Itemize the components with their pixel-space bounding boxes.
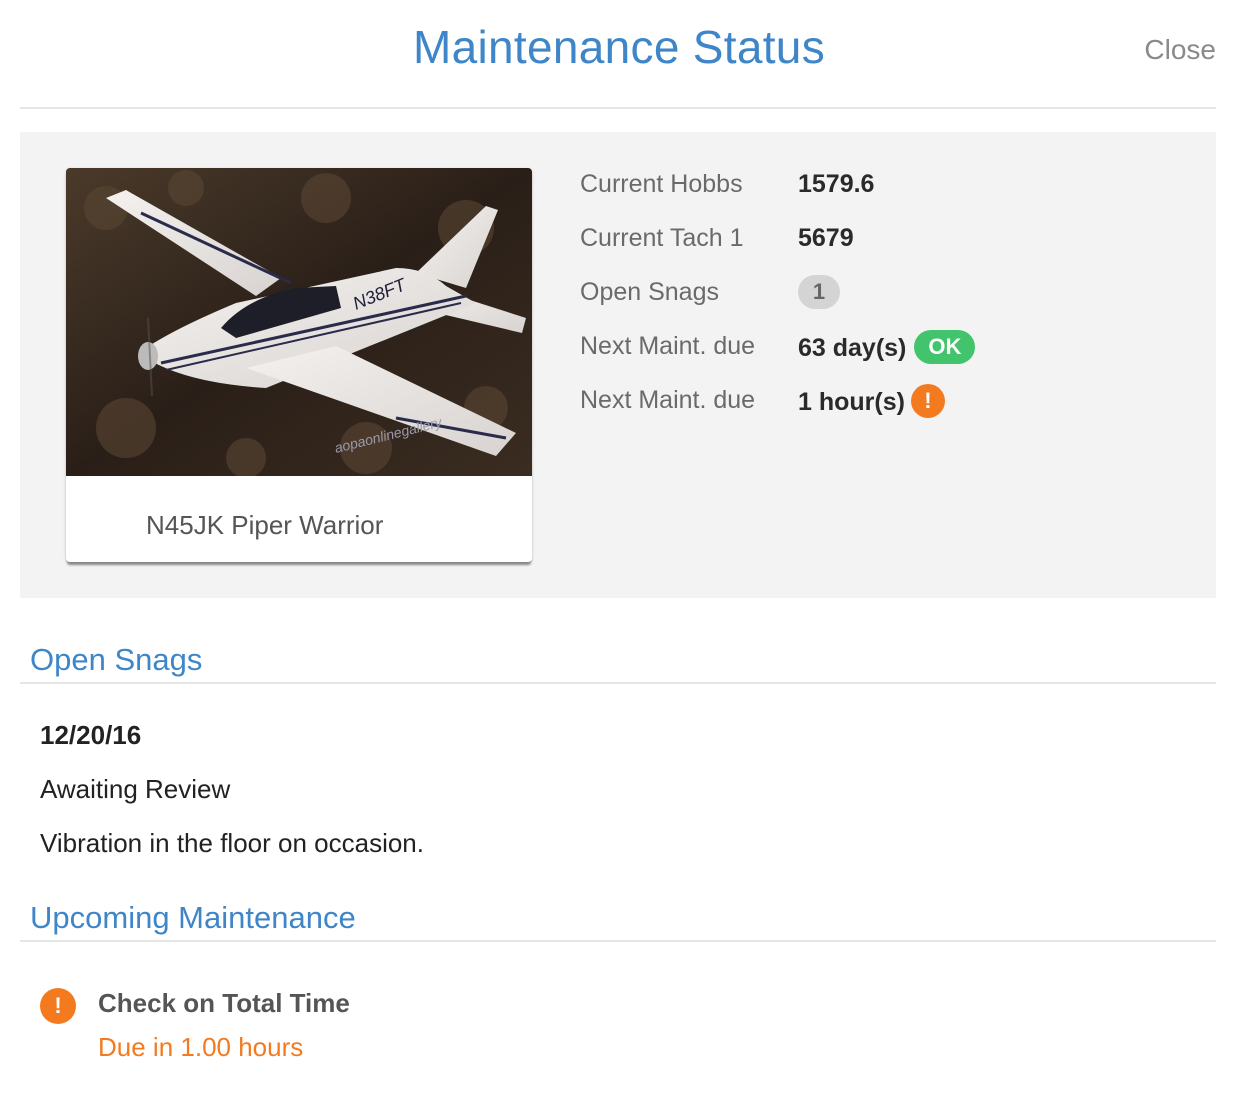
- open-snags-heading: Open Snags: [30, 642, 203, 677]
- stat-label: Current Tach 1: [580, 224, 744, 252]
- page-title: Maintenance Status: [413, 21, 825, 73]
- stat-value: 1: [798, 275, 840, 312]
- warning-icon: !: [910, 384, 945, 418]
- snag-status: Awaiting Review: [40, 774, 231, 804]
- stat-label: Open Snags: [580, 278, 719, 306]
- maintenance-due: Due in 1.00 hours: [98, 1032, 304, 1062]
- snag-count-badge[interactable]: 1: [798, 275, 840, 309]
- aircraft-name: N45JK Piper Warrior: [146, 510, 384, 540]
- hours-value: 1 hour(s): [798, 388, 905, 416]
- maintenance-title: Check on Total Time: [98, 988, 350, 1018]
- upcoming-maintenance-heading: Upcoming Maintenance: [30, 900, 356, 935]
- aircraft-photo: N38FT aopaonlinegallery: [66, 168, 532, 476]
- close-button[interactable]: Close: [1144, 34, 1216, 66]
- warning-icon: !: [40, 988, 76, 1024]
- stat-value: 1 hour(s)!: [798, 384, 945, 420]
- stat-value: 1579.6: [798, 170, 875, 198]
- stat-value: 63 day(s) OK: [798, 330, 976, 366]
- aircraft-summary-panel: N38FT aopaonlinegallery N45JK Piper Warr…: [20, 132, 1216, 598]
- stat-label: Current Hobbs: [580, 170, 743, 198]
- modal-header: Maintenance Status Close: [0, 0, 1238, 108]
- snag-description: Vibration in the floor on occasion.: [40, 828, 424, 858]
- divider: [20, 940, 1216, 942]
- ok-status-badge: OK: [914, 330, 976, 364]
- snag-date: 12/20/16: [40, 720, 142, 750]
- days-value: 63 day(s): [798, 334, 907, 362]
- stat-value: 5679: [798, 224, 854, 252]
- divider: [20, 682, 1216, 684]
- aircraft-card[interactable]: N38FT aopaonlinegallery N45JK Piper Warr…: [66, 168, 532, 562]
- stat-label: Next Maint. due: [580, 332, 756, 360]
- divider: [20, 107, 1216, 109]
- stat-label: Next Maint. due: [580, 386, 756, 414]
